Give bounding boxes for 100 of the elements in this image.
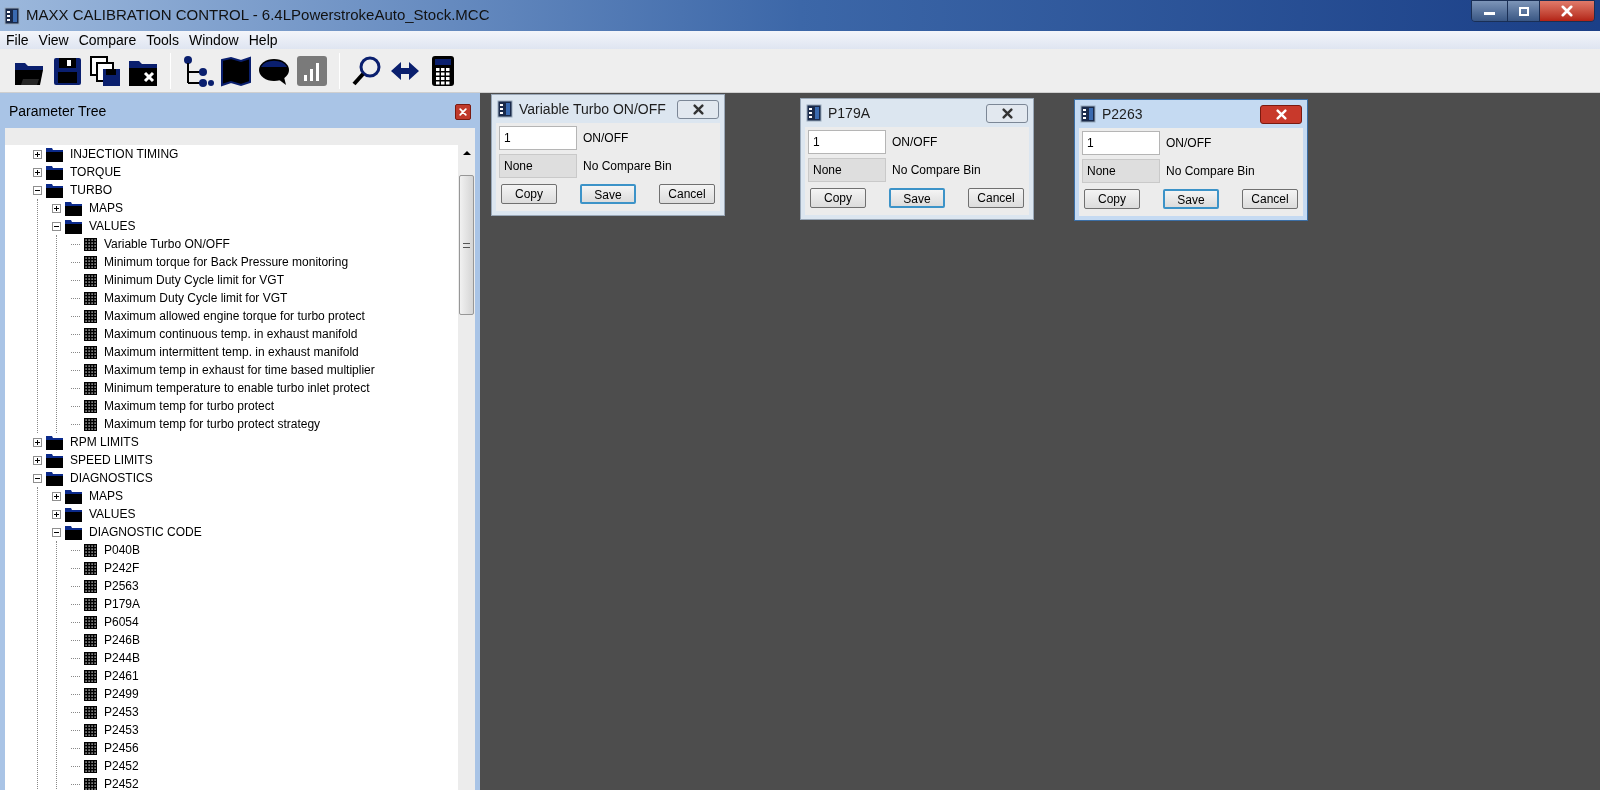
- parameter-label[interactable]: Maximum allowed engine torque for turbo protect: [104, 307, 365, 325]
- grid-icon: [84, 381, 97, 395]
- value-field[interactable]: 1: [1082, 131, 1160, 155]
- dialog-title: P179A: [828, 103, 872, 123]
- close-button[interactable]: [1539, 1, 1594, 21]
- collapse-toggle[interactable]: [52, 527, 61, 537]
- parameter-label[interactable]: P2452: [104, 757, 139, 775]
- expand-toggle[interactable]: [52, 491, 61, 501]
- parameter-label[interactable]: P2453: [104, 721, 139, 739]
- parameter-label[interactable]: Maximum temp for turbo protect strategy: [104, 415, 321, 433]
- expand-toggle[interactable]: [33, 437, 42, 447]
- grid-icon: [84, 741, 97, 755]
- parameter-label[interactable]: P6054: [104, 613, 139, 631]
- collapse-toggle[interactable]: [33, 473, 42, 483]
- parameter-label[interactable]: Maximum temp for turbo protect: [104, 397, 275, 415]
- close-icon: [1561, 5, 1573, 17]
- parameter-label[interactable]: Maximum Duty Cycle limit for VGT: [104, 289, 288, 307]
- close-icon: [1001, 107, 1013, 119]
- dialog-button[interactable]: Cancel: [1242, 189, 1298, 209]
- folder-label[interactable]: SPEED LIMITS: [70, 451, 153, 469]
- grid-icon: [84, 543, 97, 557]
- parameter-label[interactable]: P242F: [104, 559, 140, 577]
- dialog-button[interactable]: Save: [580, 184, 636, 204]
- value-field[interactable]: 1: [499, 126, 577, 150]
- grid-icon: [84, 597, 97, 611]
- parameter-label[interactable]: Maximum intermittent temp. in exhaust manifold: [104, 343, 359, 361]
- expand-toggle[interactable]: [52, 203, 61, 213]
- compare-value-field: None: [499, 154, 577, 178]
- close-icon: [1275, 108, 1287, 120]
- menu-item[interactable]: Help: [244, 29, 282, 51]
- parameter-label[interactable]: P244B: [104, 649, 141, 667]
- folder-label[interactable]: TORQUE: [70, 163, 122, 181]
- minimize-button[interactable]: [1472, 1, 1507, 21]
- copy-icon[interactable]: [89, 54, 121, 87]
- parameter-label[interactable]: P179A: [104, 595, 141, 613]
- expand-toggle[interactable]: [33, 455, 42, 465]
- unit-label: ON/OFF: [1166, 135, 1212, 152]
- dialog-button[interactable]: Copy: [810, 188, 866, 208]
- parameter-label[interactable]: P2452: [104, 775, 139, 790]
- menu-item[interactable]: Tools: [142, 29, 183, 51]
- parameter-label[interactable]: Maximum continuous temp. in exhaust manifold: [104, 325, 358, 343]
- window-title: MAXX CALIBRATION CONTROL - 6.4LPowerstrokeAuto_Stock.MCC: [26, 5, 490, 26]
- close-button[interactable]: [455, 103, 471, 120]
- app-icon: [4, 6, 20, 25]
- dialog-button[interactable]: Save: [889, 188, 945, 208]
- folder-label[interactable]: VALUES: [89, 505, 136, 523]
- folder-icon: [46, 434, 63, 450]
- search-icon[interactable]: [351, 54, 383, 87]
- dialog-button[interactable]: Cancel: [968, 188, 1024, 208]
- parameter-label[interactable]: Maximum temp in exhaust for time based multiplier: [104, 361, 375, 379]
- folder-label[interactable]: VALUES: [89, 217, 136, 235]
- dialog-button[interactable]: Cancel: [659, 184, 715, 204]
- tree-icon[interactable]: [182, 54, 214, 87]
- maximize-button[interactable]: [1507, 1, 1539, 21]
- grid-icon: [84, 687, 97, 701]
- value-field[interactable]: 1: [808, 130, 886, 154]
- expand-toggle[interactable]: [33, 167, 42, 177]
- grid-icon: [84, 669, 97, 683]
- grid-icon: [84, 417, 97, 431]
- dialog-button[interactable]: Copy: [501, 184, 557, 204]
- folder-label[interactable]: MAPS: [89, 199, 123, 217]
- parameter-label[interactable]: P246B: [104, 631, 141, 649]
- parameter-label[interactable]: Variable Turbo ON/OFF: [104, 235, 230, 253]
- parameter-label[interactable]: P040B: [104, 541, 141, 559]
- parameter-label[interactable]: P2456: [104, 739, 139, 757]
- menu-item[interactable]: File: [2, 29, 33, 51]
- close-button[interactable]: [1260, 104, 1302, 124]
- folder-label[interactable]: DIAGNOSTICS: [70, 469, 153, 487]
- folder-icon: [46, 182, 63, 198]
- folder-label[interactable]: INJECTION TIMING: [70, 145, 179, 163]
- close-button[interactable]: [677, 99, 719, 119]
- expand-toggle[interactable]: [52, 509, 61, 519]
- parameter-label[interactable]: P2563: [104, 577, 139, 595]
- parameter-label[interactable]: P2453: [104, 703, 139, 721]
- parameter-label[interactable]: Minimum Duty Cycle limit for VGT: [104, 271, 285, 289]
- folder-label[interactable]: TURBO: [70, 181, 112, 199]
- grid-icon: [84, 345, 97, 359]
- parameter-label[interactable]: Minimum temperature to enable turbo inlet protect: [104, 379, 370, 397]
- folder-label[interactable]: DIAGNOSTIC CODE: [89, 523, 202, 541]
- menu-item[interactable]: Compare: [74, 29, 141, 51]
- grid-icon: [84, 651, 97, 665]
- folder-label[interactable]: MAPS: [89, 487, 123, 505]
- menu-item[interactable]: View: [34, 29, 73, 51]
- collapse-toggle[interactable]: [52, 221, 61, 231]
- close-button[interactable]: [986, 103, 1028, 123]
- folder-icon: [46, 146, 63, 162]
- expand-toggle[interactable]: [33, 149, 42, 159]
- compare-label: No Compare Bin: [892, 162, 981, 179]
- panel-title: Parameter Tree: [9, 102, 108, 121]
- dialog-button[interactable]: Copy: [1084, 189, 1140, 209]
- collapse-toggle[interactable]: [33, 185, 42, 195]
- parameter-label[interactable]: P2499: [104, 685, 139, 703]
- grid-icon: [84, 273, 97, 287]
- folder-label[interactable]: RPM LIMITS: [70, 433, 139, 451]
- grid-icon: [84, 561, 97, 575]
- parameter-label[interactable]: P2461: [104, 667, 139, 685]
- parameter-label[interactable]: Minimum torque for Back Pressure monitoring: [104, 253, 349, 271]
- map-icon[interactable]: [220, 54, 252, 87]
- dialog-button[interactable]: Save: [1163, 189, 1219, 209]
- menu-item[interactable]: Window: [184, 29, 243, 51]
